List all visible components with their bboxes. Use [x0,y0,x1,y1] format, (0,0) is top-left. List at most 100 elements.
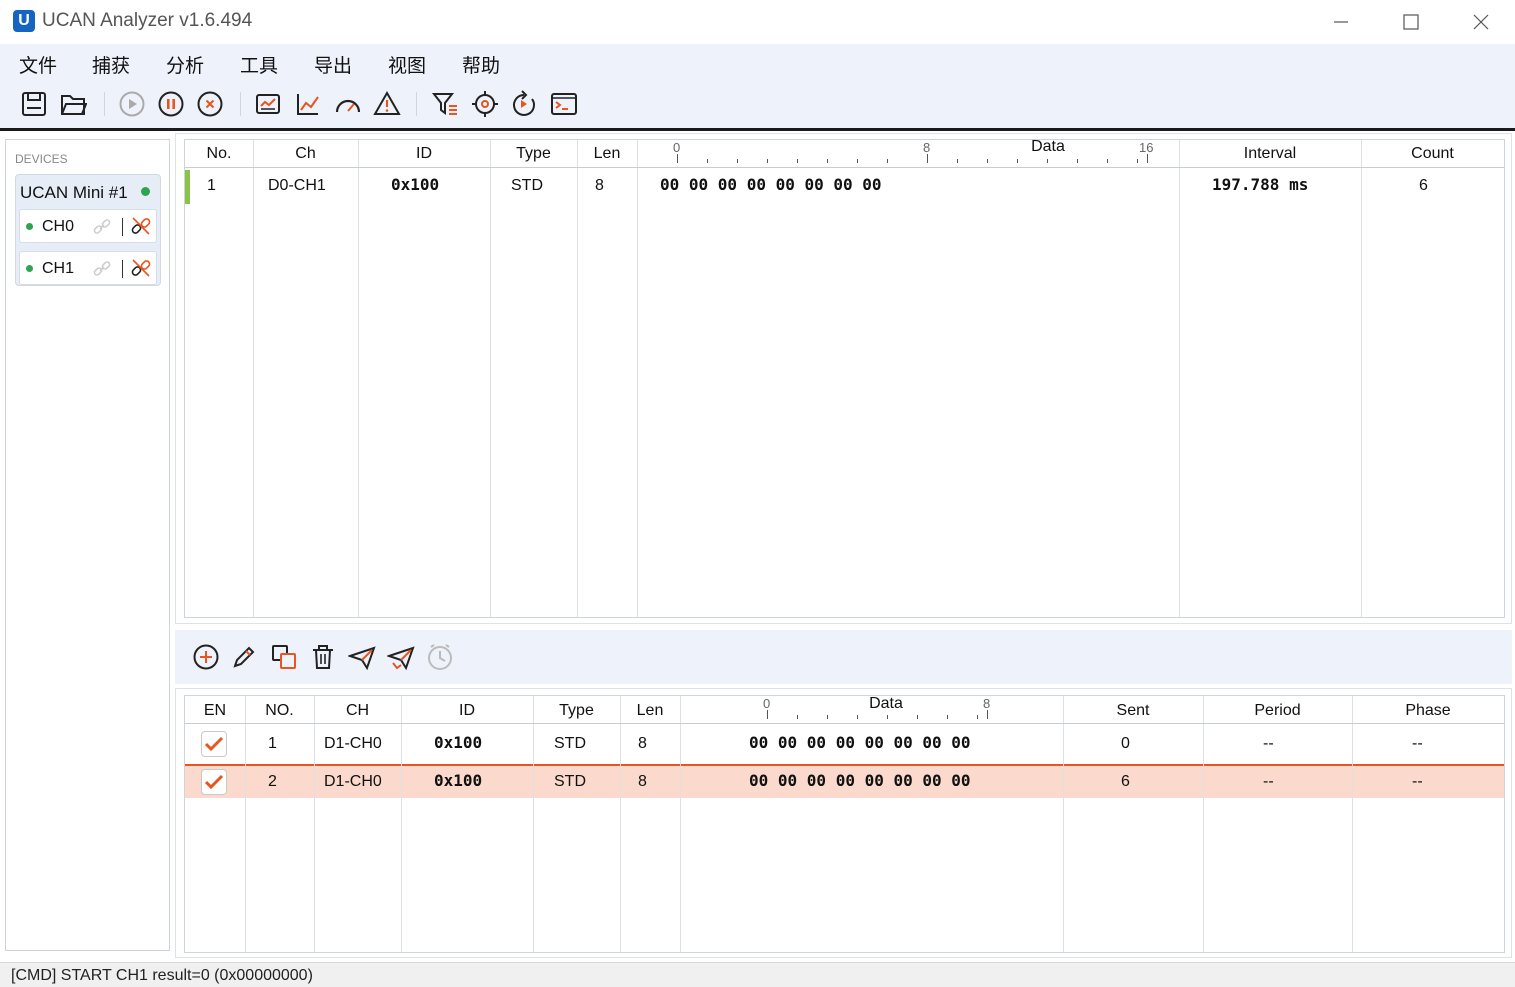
menu-tools[interactable]: 工具 [240,51,278,78]
cell-len: 8 [595,177,604,194]
header-no[interactable]: No. [185,145,253,163]
cell-phase: -- [1412,773,1423,790]
header-count[interactable]: Count [1361,145,1504,163]
header-sent[interactable]: Sent [1063,702,1203,720]
menu-view[interactable]: 视图 [388,51,426,78]
cell-data: 00 00 00 00 00 00 00 00 [749,733,971,752]
ruler-tick [1137,159,1138,163]
send-icon[interactable] [346,643,376,671]
unlink-icon[interactable] [130,215,152,242]
header-ch[interactable]: CH [314,702,401,720]
device-item[interactable]: UCAN Mini #1 CH0 CH1 [15,174,161,286]
cell-type: STD [554,735,586,752]
maximize-icon [1403,14,1419,30]
ruler-tick [797,159,798,163]
close-button[interactable] [1446,0,1515,44]
link-icon[interactable] [92,217,112,242]
ruler-tick [1017,159,1018,163]
delete-icon[interactable] [309,643,337,671]
enable-checkbox[interactable] [201,769,227,795]
channel-row-ch1[interactable]: CH1 [19,251,157,285]
send-all-icon[interactable] [385,643,415,671]
app-logo-icon [13,10,35,32]
ruler-label-mid: 8 [923,140,931,155]
header-en[interactable]: EN [185,702,245,720]
ruler-tick [797,715,798,719]
table-row[interactable]: 1 D1-CH0 0x100 STD 8 00 00 00 00 00 00 0… [185,726,1504,762]
ruler-tick [857,715,858,719]
menu-export[interactable]: 导出 [314,51,352,78]
minimize-button[interactable] [1306,0,1376,44]
column-divider [490,140,491,617]
cell-data: 00 00 00 00 00 00 00 00 [749,771,971,790]
monitor-chart-icon[interactable] [254,90,282,118]
refresh-icon[interactable] [510,90,538,118]
maximize-button[interactable] [1376,0,1446,44]
unlink-icon[interactable] [130,257,152,284]
open-folder-icon[interactable] [59,90,88,118]
header-len[interactable]: Len [620,702,680,720]
header-id[interactable]: ID [358,145,490,163]
menu-capture[interactable]: 捕获 [92,51,130,78]
ruler-tick [767,710,768,719]
header-data[interactable]: Data [836,695,936,713]
toolbar-separator [104,92,105,116]
enable-checkbox[interactable] [201,731,227,757]
header-ch[interactable]: Ch [253,145,358,163]
play-icon[interactable] [118,90,146,118]
cell-no: 1 [207,177,216,194]
header-id[interactable]: ID [401,702,533,720]
ruler-label-end: 16 [1139,140,1154,155]
status-bar: [CMD] START CH1 result=0 (0x00000000) [0,962,1515,987]
cell-period: -- [1263,735,1274,752]
device-status-indicator [141,187,150,196]
column-divider [1361,140,1362,617]
edit-icon[interactable] [230,643,258,671]
add-icon[interactable] [192,643,220,671]
main-toolbar [0,80,1515,128]
menu-help[interactable]: 帮助 [462,51,500,78]
menu-analyze[interactable]: 分析 [166,51,204,78]
copy-icon[interactable] [270,643,298,671]
table-row[interactable]: 1 D0-CH1 0x100 STD 8 00 00 00 00 00 00 0… [185,170,1504,204]
channel-divider [122,218,123,236]
warning-icon[interactable] [373,90,401,118]
gauge-icon[interactable] [334,90,362,118]
header-phase[interactable]: Phase [1352,702,1504,720]
cell-id: 0x100 [434,771,483,790]
title-bar: UCAN Analyzer v1.6.494 [0,0,1515,44]
ruler-tick [947,715,948,719]
timer-icon[interactable] [426,643,454,671]
window-title: UCAN Analyzer v1.6.494 [42,10,253,31]
header-len[interactable]: Len [577,145,637,163]
receive-table[interactable]: No. Ch ID Type Len Data Interval Count 0… [184,138,1505,618]
save-icon[interactable] [20,90,48,118]
link-icon[interactable] [92,259,112,284]
menu-file[interactable]: 文件 [19,51,57,78]
filter-icon[interactable] [431,90,459,118]
pause-icon[interactable] [157,90,185,118]
transmit-table[interactable]: EN NO. CH ID Type Len Data Sent Period P… [184,695,1505,953]
header-type[interactable]: Type [533,702,620,720]
cell-ch: D1-CH0 [324,773,382,790]
header-data[interactable]: Data [998,138,1098,156]
ruler-tick [857,159,858,163]
terminal-icon[interactable] [550,90,578,118]
header-period[interactable]: Period [1203,702,1352,720]
target-icon[interactable] [471,90,499,118]
cell-phase: -- [1412,735,1423,752]
channel-label: CH1 [42,260,75,277]
cell-sent: 0 [1121,735,1130,752]
header-interval[interactable]: Interval [1179,145,1361,163]
channel-status-dot [26,265,33,272]
line-chart-icon[interactable] [294,90,322,118]
checkmark-icon [204,736,224,752]
header-type[interactable]: Type [490,145,577,163]
ruler-tick [917,715,918,719]
stop-icon[interactable] [196,90,224,118]
cell-no: 1 [268,735,277,752]
header-no[interactable]: NO. [245,702,314,720]
channel-row-ch0[interactable]: CH0 [19,209,157,243]
channel-status-dot [26,223,33,230]
table-row-selected[interactable]: 2 D1-CH0 0x100 STD 8 00 00 00 00 00 00 0… [185,766,1504,798]
